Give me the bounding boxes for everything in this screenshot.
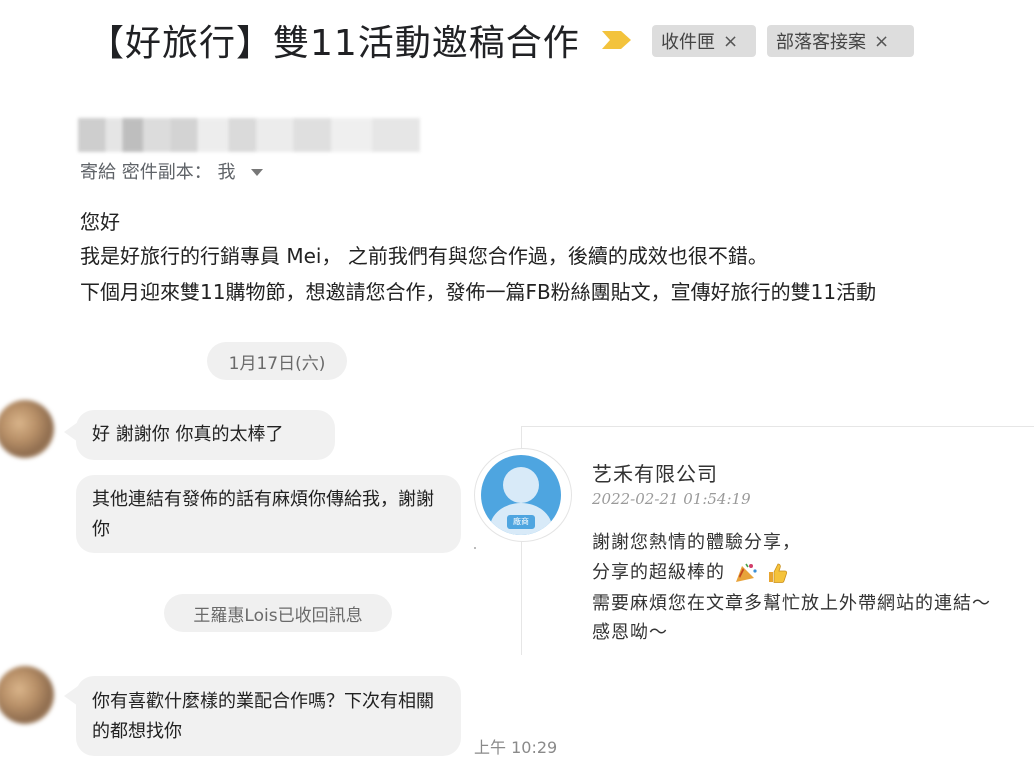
recipients-line[interactable]: 寄給 密件副本： 我 <box>80 158 264 184</box>
vendor-tag: 廠商 <box>507 515 535 529</box>
email-body-line: 我是好旅行的行銷專員 Mei， 之前我們有與您合作過，後續的成效也很不錯。 <box>80 244 768 268</box>
remove-label-icon[interactable]: × <box>874 31 889 52</box>
party-popper-icon <box>735 563 757 582</box>
avatar[interactable] <box>0 400 54 458</box>
thumbs-up-icon <box>769 563 788 583</box>
comment-line-text: 分享的超級棒的 <box>592 562 725 583</box>
recipients-text: 寄給 密件副本： 我 <box>80 162 236 183</box>
email-body-line: 下個月迎來雙11購物節，想邀請您合作，發佈一篇FB粉絲團貼文，宣傳好旅行的雙11… <box>80 280 877 304</box>
chevron-down-icon[interactable] <box>251 168 264 176</box>
company-avatar[interactable]: 廠商 <box>481 455 561 535</box>
divider-dot <box>474 547 476 549</box>
recall-notice: 王羅惠Lois已收回訊息 <box>164 594 392 632</box>
comment-datetime: 2022-02-21 01:54:19 <box>592 490 751 508</box>
chat-message: 好 謝謝你 你真的太棒了 <box>76 410 335 460</box>
label-chip-text: 部落客接案 <box>776 32 866 53</box>
label-chip-text: 收件匣 <box>661 32 715 53</box>
email-body-line: 您好 <box>80 210 120 234</box>
label-chip-blogger: 部落客接案 × <box>767 25 914 57</box>
chat-message: 你有喜歡什麼樣的業配合作嗎？下次有相關的都想找你 <box>76 676 461 756</box>
label-chip-inbox: 收件匣 × <box>652 25 756 57</box>
comment-line: 感恩呦～ <box>592 622 668 643</box>
remove-label-icon[interactable]: × <box>723 31 738 52</box>
chat-message: 其他連結有發佈的話有麻煩你傳給我，謝謝你 <box>76 475 461 553</box>
chat-date-divider: 1月17日(六) <box>207 342 347 380</box>
avatar[interactable] <box>0 666 54 724</box>
user-silhouette-icon <box>503 467 539 503</box>
comment-line: 分享的超級棒的 <box>592 558 788 584</box>
message-timestamp: 上午 10:29 <box>474 738 558 757</box>
comment-line: 需要麻煩您在文章多幫忙放上外帶網站的連結～ <box>592 593 991 614</box>
importance-marker-icon[interactable] <box>602 30 632 50</box>
company-name[interactable]: 艺禾有限公司 <box>592 458 718 487</box>
comment-line: 謝謝您熱情的體驗分享， <box>592 532 801 553</box>
email-subject: 【好旅行】雙11活動邀稿合作 <box>88 23 580 64</box>
sender-redacted <box>78 118 420 152</box>
